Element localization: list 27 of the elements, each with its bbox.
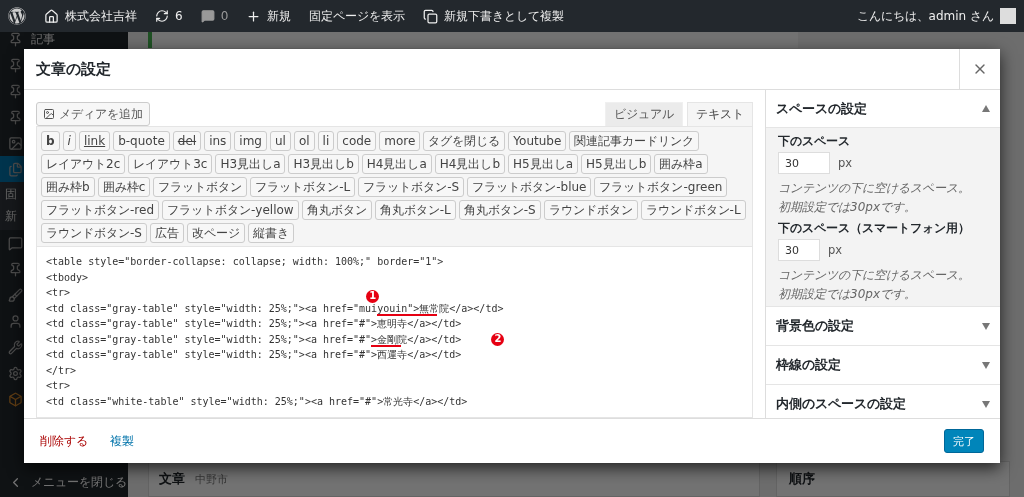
side-panel-title: 順序 (789, 470, 815, 488)
section-title: スペースの設定 (776, 99, 867, 118)
section-title: 背景色の設定 (776, 317, 854, 335)
annotation-marker: 1 (366, 289, 380, 303)
help-text: 初期設定では30pxです。 (778, 287, 916, 301)
dialog-title: 文章の設定 (35, 58, 112, 80)
code-line: <tr> (46, 287, 71, 298)
section-title: 枠線の設定 (776, 356, 841, 374)
code-line: <table style="border-collapse: collapse; width: 100%;" border="1"> (46, 256, 444, 267)
annotation-marker: 2 (491, 332, 505, 346)
field-label: 下のスペース（スマートフォン用） (778, 221, 971, 236)
code-line: <td class="gray-table" style="width: 25%;"><a href="#">恵明寺</a></td> (46, 318, 462, 329)
help-text: コンテンツの下に空けるスペース。 (778, 181, 970, 195)
code-line: <td class="gray-table" style="width: 25%;"><a href="#">金剛院</a></td> (46, 333, 462, 345)
code-line: <tbody> (46, 271, 89, 283)
help-text: コンテンツの下に空けるスペース。 (778, 268, 970, 282)
help-text: 初期設定では30pxです。 (778, 200, 916, 214)
unit-label: px (838, 156, 853, 170)
code-line: <td class="gray-table" style="width: 25%;"><a href="#">西運寺</a></td> (46, 349, 462, 360)
code-line: </tr> (46, 364, 77, 376)
postbox-title: 文章 (159, 470, 185, 488)
code-line: <tr> (46, 380, 71, 391)
field-label: 下のスペース (778, 134, 851, 149)
code-line: <td class="white-table" style="width: 25%;"><a href="#">常光寺</a></td> (46, 395, 468, 407)
unit-label: px (828, 243, 843, 257)
section-title: 内側のスペースの設定 (776, 395, 906, 413)
code-line: <td class="gray-table" style="width: 25%;"><a href="muiyouin">無常院</a></td> (46, 302, 504, 314)
